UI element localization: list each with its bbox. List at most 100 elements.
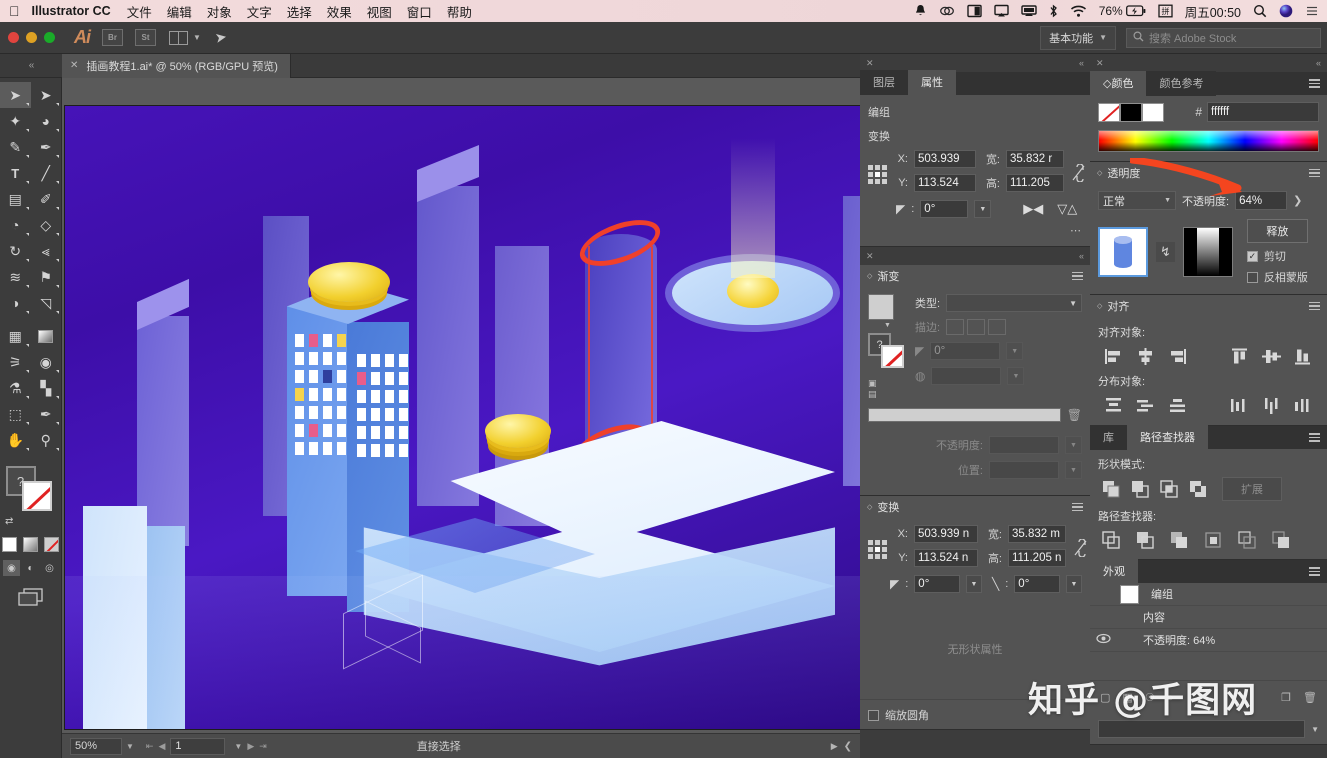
- transform-width-input[interactable]: 35.832 m: [1008, 525, 1066, 543]
- transform-height-input[interactable]: 111.205 n: [1008, 549, 1066, 567]
- gradient-aspect-input[interactable]: [931, 367, 1002, 385]
- link-mask-icon[interactable]: ↯: [1156, 242, 1175, 262]
- menubar-clock[interactable]: 周五00:50: [1185, 2, 1241, 21]
- black-swatch[interactable]: [1120, 102, 1142, 122]
- tab-libraries[interactable]: 库: [1090, 425, 1127, 450]
- gradient-type-select[interactable]: ▼: [946, 294, 1082, 312]
- chevron-down-icon[interactable]: ▼: [126, 742, 134, 751]
- draw-inside-mode[interactable]: ◎: [41, 560, 58, 576]
- free-transform-tool[interactable]: ⚑: [31, 264, 62, 290]
- rectangle-tool[interactable]: ▤: [0, 186, 31, 212]
- arrange-documents-button[interactable]: ▼: [169, 30, 201, 45]
- apple-icon[interactable]: : [9, 3, 20, 19]
- transform-angle-input[interactable]: 0°: [914, 575, 960, 593]
- transform-x-input[interactable]: 503.939 n: [914, 525, 978, 543]
- gradient-opacity-dropdown[interactable]: ▼: [1065, 436, 1082, 454]
- transform-reference-point-selector[interactable]: [868, 539, 887, 559]
- notification-center-icon[interactable]: [1305, 4, 1319, 18]
- y-input[interactable]: 113.524: [914, 174, 976, 192]
- spotlight-search-icon[interactable]: [1253, 4, 1267, 18]
- transform-panel-header[interactable]: ◇ 变换: [860, 496, 1090, 518]
- duplicate-item-icon[interactable]: ❐: [1281, 691, 1291, 704]
- close-icon[interactable]: ✕: [866, 58, 874, 69]
- gradient-stroke-box[interactable]: [881, 345, 904, 368]
- next-artboard-icon[interactable]: ▶: [247, 741, 254, 752]
- invert-mask-checkbox[interactable]: [1246, 271, 1258, 283]
- disclosure-triangle-icon[interactable]: ◇: [867, 272, 872, 280]
- none-swatch[interactable]: [44, 537, 59, 552]
- intersect-icon[interactable]: [1156, 479, 1182, 500]
- artboard-number-field[interactable]: 1: [170, 737, 226, 755]
- align-panel-header[interactable]: ◇ 对齐: [1090, 295, 1327, 317]
- zoom-level-field[interactable]: 50%: [70, 737, 122, 755]
- panel-menu-icon[interactable]: [1072, 502, 1083, 512]
- rotate-tool[interactable]: ↻: [0, 238, 31, 264]
- eraser-tool[interactable]: ◇: [31, 212, 62, 238]
- height-input[interactable]: 111.205: [1006, 174, 1064, 192]
- gradient-angle-dropdown[interactable]: ▼: [1006, 342, 1024, 360]
- angle-input[interactable]: 0°: [920, 200, 969, 218]
- swap-fill-stroke-icon[interactable]: ⇄: [5, 516, 13, 527]
- document-tab[interactable]: ✕ 插画教程1.ai* @ 50% (RGB/GPU 预览): [62, 53, 291, 78]
- align-bottom-icon[interactable]: [1287, 345, 1319, 367]
- clip-checkbox[interactable]: ✓: [1246, 250, 1258, 262]
- tab-color[interactable]: ◇ 颜色: [1090, 71, 1147, 96]
- chevron-down-icon[interactable]: ▼: [884, 322, 891, 329]
- gradient-position-dropdown[interactable]: ▼: [1065, 461, 1082, 479]
- tab-pathfinder[interactable]: 路径查找器: [1127, 425, 1208, 450]
- scale-tool[interactable]: ⪡: [31, 238, 62, 264]
- panel-menu-icon[interactable]: [1072, 271, 1083, 281]
- stroke-across-icon[interactable]: [988, 319, 1007, 335]
- hand-tool[interactable]: ✋: [0, 427, 31, 453]
- menu-object[interactable]: 对象: [207, 2, 232, 21]
- display-icon[interactable]: [966, 4, 982, 18]
- outline-icon[interactable]: [1234, 529, 1260, 550]
- eyedropper-tool[interactable]: ⚞: [0, 349, 31, 375]
- blend-tool[interactable]: ◉: [31, 349, 62, 375]
- workspace-switcher[interactable]: 基本功能 ▼: [1040, 25, 1116, 50]
- minus-back-icon[interactable]: [1268, 529, 1294, 550]
- gradient-swatch-preview[interactable]: [868, 294, 894, 320]
- line-segment-tool[interactable]: ╱: [31, 160, 62, 186]
- chevron-down-icon[interactable]: ▼: [1311, 725, 1319, 734]
- tab-color-guide[interactable]: 颜色参考: [1146, 71, 1217, 96]
- reference-point-selector[interactable]: [868, 164, 887, 184]
- stroke-within-icon[interactable]: [946, 319, 965, 335]
- rocket-icon[interactable]: ➤: [214, 28, 229, 47]
- hex-input[interactable]: ffffff: [1207, 102, 1319, 122]
- paintbrush-tool[interactable]: ✐: [31, 186, 62, 212]
- collapse-icon[interactable]: «: [1079, 251, 1084, 261]
- bridge-button[interactable]: Br: [102, 29, 123, 46]
- divide-icon[interactable]: [1098, 529, 1124, 550]
- trim-icon[interactable]: [1132, 529, 1158, 550]
- gradient-position-input[interactable]: [989, 461, 1059, 479]
- gradient-opacity-input[interactable]: [989, 436, 1059, 454]
- curvature-tool[interactable]: ✒: [31, 134, 62, 160]
- panel-menu-icon[interactable]: [1309, 301, 1320, 311]
- transform-shear-dropdown[interactable]: ▼: [1065, 575, 1082, 593]
- canvas-area[interactable]: [62, 78, 860, 733]
- close-icon[interactable]: ✕: [866, 251, 874, 262]
- blend-mode-select[interactable]: 正常 ▼: [1098, 191, 1176, 210]
- panel-menu-icon[interactable]: [1309, 567, 1320, 576]
- menu-file[interactable]: 文件: [127, 2, 152, 21]
- color-spectrum-ramp[interactable]: [1098, 130, 1319, 152]
- close-window-button[interactable]: [8, 32, 19, 43]
- lasso-tool[interactable]: ◕: [31, 108, 62, 134]
- align-left-icon[interactable]: [1098, 345, 1130, 367]
- battery-charging-icon[interactable]: [1125, 5, 1146, 17]
- collapse-panel-icon[interactable]: «: [0, 60, 62, 71]
- disclosure-triangle-icon[interactable]: ◇: [1097, 302, 1102, 310]
- chevron-down-icon[interactable]: ▼: [234, 742, 242, 751]
- resize-grip-icon[interactable]: ❮: [844, 741, 852, 752]
- release-button[interactable]: 释放: [1246, 219, 1308, 243]
- opacity-row[interactable]: 不透明度: 64%: [1090, 629, 1327, 652]
- transform-angle-dropdown[interactable]: ▼: [965, 575, 982, 593]
- contents-row[interactable]: 内容: [1090, 606, 1327, 629]
- distribute-right-icon[interactable]: [1287, 394, 1319, 416]
- menu-effect[interactable]: 效果: [327, 2, 352, 21]
- expand-button[interactable]: 扩展: [1222, 477, 1282, 501]
- adobe-stock-search[interactable]: 搜索 Adobe Stock: [1126, 27, 1321, 48]
- menubar-app-name[interactable]: Illustrator CC: [32, 4, 111, 18]
- selection-tool[interactable]: ➤: [0, 82, 31, 108]
